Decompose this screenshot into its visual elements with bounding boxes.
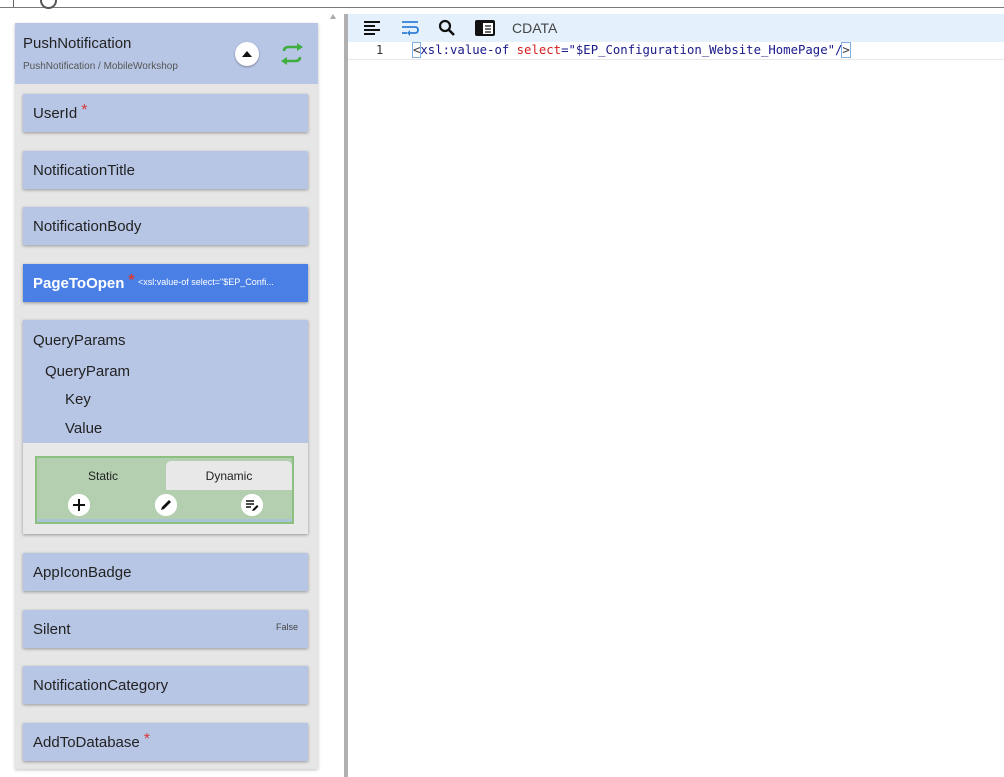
code-editor[interactable]: 1 <xsl:value-of select="$EP_Configuratio…: [348, 42, 1004, 777]
node-title: PushNotification: [23, 35, 132, 52]
field-silent-label: Silent: [33, 621, 71, 638]
format-icon: [364, 21, 380, 35]
scroll-up-arrow[interactable]: [330, 14, 336, 19]
wrap-icon: [402, 21, 419, 36]
key-label[interactable]: Key: [65, 391, 91, 408]
sync-icon[interactable]: [278, 40, 306, 68]
query-params-label[interactable]: QueryParams: [33, 332, 126, 349]
field-app-icon-badge[interactable]: AppIconBadge: [23, 553, 308, 591]
list-edit-icon: [241, 494, 263, 516]
wrap-button[interactable]: [399, 18, 421, 38]
collapse-icon: [242, 51, 252, 57]
field-notification-body[interactable]: NotificationBody: [23, 207, 308, 245]
node-breadcrumb: PushNotification / MobileWorkshop: [23, 61, 178, 72]
field-silent[interactable]: Silent False: [23, 610, 308, 648]
field-notification-category[interactable]: NotificationCategory: [23, 666, 308, 704]
field-label: AddToDatabase *: [33, 731, 150, 752]
cdata-toggle[interactable]: CDATA: [512, 20, 557, 36]
node-header: PushNotification PushNotification / Mobi…: [15, 23, 318, 84]
node-panel: PushNotification PushNotification / Mobi…: [15, 23, 318, 769]
field-add-to-database[interactable]: AddToDatabase *: [23, 723, 308, 761]
format-button[interactable]: [361, 18, 383, 38]
code-value: "$EP_Configuration_Website_HomePage": [568, 43, 836, 57]
field-app-icon-badge-label: AppIconBadge: [33, 564, 132, 581]
view-button[interactable]: [474, 18, 496, 38]
field-userid-label: UserId: [33, 105, 78, 122]
required-marker: *: [143, 731, 150, 748]
collapse-button[interactable]: [235, 42, 259, 66]
tab-static[interactable]: Static: [40, 461, 166, 490]
mapping-tabs: Static Dynamic: [35, 456, 294, 524]
code-text[interactable]: <xsl:value-of select="$EP_Configuration_…: [411, 42, 851, 58]
code-line: 1 <xsl:value-of select="$EP_Configuratio…: [348, 42, 1004, 60]
query-param-label[interactable]: QueryParam: [45, 363, 130, 380]
edit-icon: [155, 494, 177, 516]
field-page-to-open[interactable]: PageToOpen * <xsl:value-of select="$EP_Co…: [23, 264, 308, 302]
code-tag: xsl:value-of: [420, 43, 510, 57]
search-icon: [438, 19, 455, 36]
field-value-preview: <xsl:value-of select="$EP_Confi...: [138, 277, 274, 287]
field-notification-category-label: NotificationCategory: [33, 677, 169, 694]
field-notification-title[interactable]: NotificationTitle: [23, 151, 308, 189]
field-page-to-open-label: PageToOpen: [33, 275, 125, 292]
field-add-to-database-label: AddToDatabase: [33, 734, 140, 751]
code-close-bracket: >: [841, 42, 851, 58]
required-marker: *: [81, 102, 88, 119]
tabs-bottom-bar: [37, 519, 292, 522]
add-icon: [68, 494, 90, 516]
strip-divider: [13, 0, 14, 7]
code-attr: select: [516, 43, 562, 57]
value-label[interactable]: Value: [65, 420, 102, 437]
field-silent-value: False: [275, 622, 298, 632]
circle-icon: [40, 0, 57, 9]
field-label: PageToOpen *: [33, 272, 135, 293]
add-button[interactable]: [68, 494, 90, 516]
field-notification-title-label: NotificationTitle: [33, 162, 135, 179]
field-userid[interactable]: UserId *: [23, 94, 308, 132]
tab-dynamic[interactable]: Dynamic: [166, 461, 292, 490]
query-params-tree: QueryParams QueryParam Key Value: [23, 320, 308, 443]
line-number: 1: [376, 43, 384, 57]
editor-toolbar: CDATA: [348, 14, 1004, 42]
search-button[interactable]: [436, 18, 458, 38]
field-notification-body-label: NotificationBody: [33, 218, 142, 235]
edit-button[interactable]: [155, 494, 177, 516]
query-params-group: QueryParams QueryParam Key Value Static …: [23, 320, 308, 534]
top-strip: [0, 0, 1004, 9]
required-marker: *: [128, 272, 135, 289]
view-icon: [475, 20, 495, 36]
list-edit-button[interactable]: [241, 494, 263, 516]
field-label: UserId *: [33, 102, 88, 123]
